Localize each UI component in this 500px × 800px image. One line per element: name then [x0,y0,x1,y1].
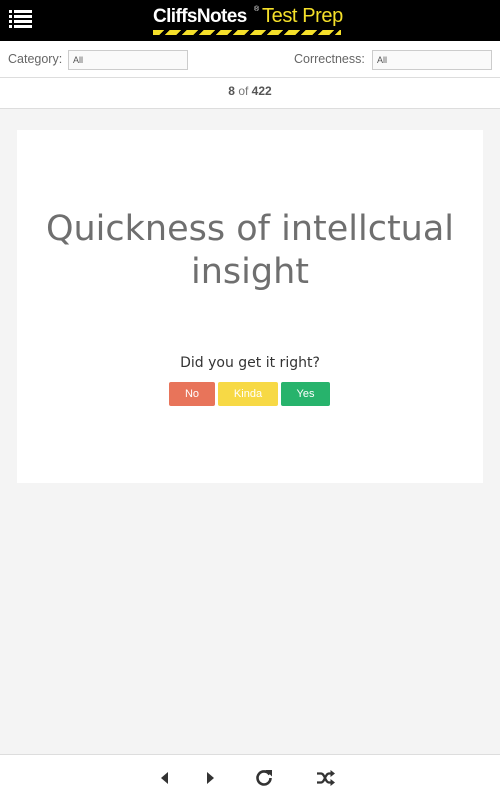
shuffle-button[interactable] [315,768,337,788]
navigation-bar [0,754,500,800]
correctness-select[interactable]: All [372,50,492,70]
app-logo: CliffsNotes ® Test Prep [153,4,353,38]
no-button[interactable]: No [169,382,215,406]
counter-total: 422 [251,84,272,98]
counter-current: 8 [228,84,235,98]
category-select[interactable]: All [68,50,188,70]
self-assessment-prompt: Did you get it right? [180,355,320,371]
refresh-button[interactable] [253,768,275,788]
logo-registered-mark: ® [254,6,260,13]
logo-brand-text: CliffsNotes [153,6,247,27]
logo-product-text: Test Prep [262,5,343,27]
previous-button[interactable] [154,768,176,788]
category-label: Category: [8,52,63,66]
flashcard-question: Quickness of intellctual insight [45,209,455,292]
menu-button[interactable] [9,10,32,30]
flashcard[interactable]: Quickness of intellctual insight Did you… [17,130,483,483]
yes-button[interactable]: Yes [281,382,330,406]
shuffle-icon [317,770,335,786]
correctness-label: Correctness: [294,52,365,66]
previous-icon [161,772,168,784]
filter-bar: Category: All Correctness: All [0,41,500,78]
self-assessment-buttons: No Kinda Yes [17,382,483,406]
refresh-icon [256,770,272,786]
next-button[interactable] [199,768,221,788]
card-counter: 8 of 422 [0,78,500,109]
next-icon [207,772,214,784]
app-header: CliffsNotes ® Test Prep [0,0,500,41]
logo-hazard-stripe [153,30,341,35]
kinda-button[interactable]: Kinda [218,382,278,406]
counter-separator: of [234,84,252,98]
